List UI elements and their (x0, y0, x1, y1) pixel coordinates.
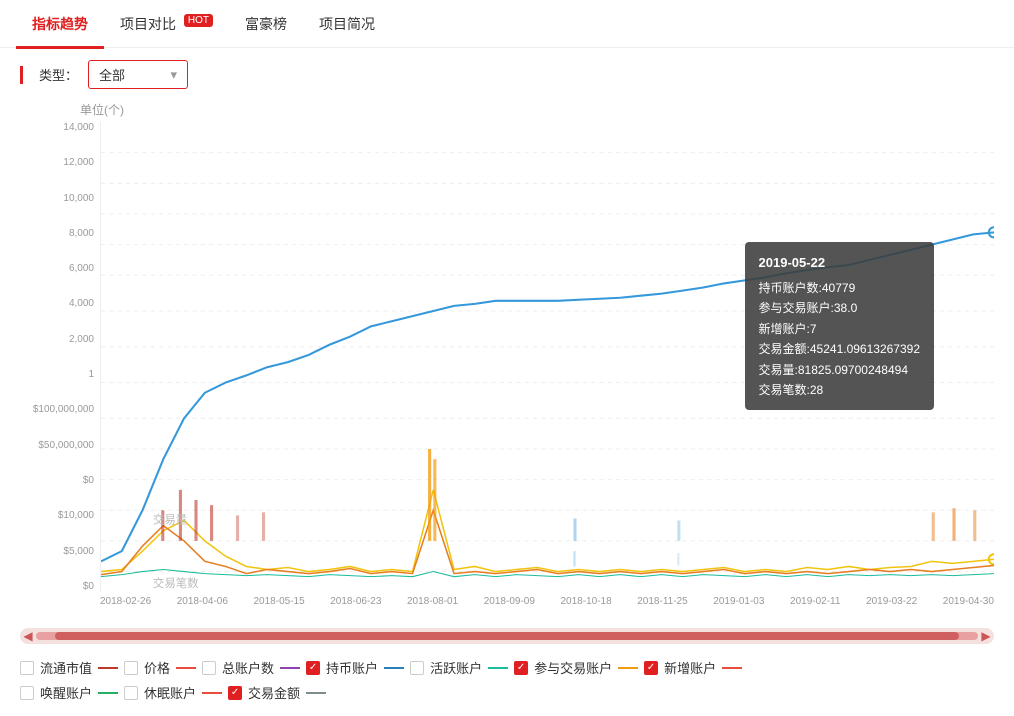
legend-checkbox-sleep-accounts[interactable] (124, 686, 138, 700)
tab-rich-list[interactable]: 富豪榜 (229, 0, 303, 48)
chart-area: 14,000 12,000 10,000 8,000 6,000 4,000 2… (20, 122, 994, 622)
legend-label-trade-amount: 交易金额 (248, 683, 300, 702)
filter-border (20, 66, 23, 84)
legend-line-coin-accounts (384, 667, 404, 669)
tab-project-overview[interactable]: 项目简况 (303, 0, 391, 48)
legend-line-sleep-accounts (202, 692, 222, 694)
legend-checkbox-trade-accounts[interactable] (514, 661, 528, 675)
legend-label-sleep-accounts: 休眠账户 (144, 683, 196, 702)
scroll-right-btn[interactable]: ▶ (978, 628, 994, 644)
type-dropdown[interactable]: 全部 ▾ (88, 60, 188, 89)
hot-badge: HOT (184, 14, 213, 27)
legend-label-wake-accounts: 唤醒账户 (40, 683, 92, 702)
legend-line-wake-accounts (98, 692, 118, 694)
chart-scrollbar[interactable]: ◀ ▶ (20, 628, 994, 644)
filter-bar: 类型： 全部 ▾ (0, 48, 1014, 101)
svg-text:交易笔数: 交易笔数 (153, 576, 199, 590)
legend-checkbox-price[interactable] (124, 661, 138, 675)
scrollbar-thumb[interactable] (55, 632, 959, 640)
legend-checkbox-total-accounts[interactable] (202, 661, 216, 675)
legend-area: 流通市值 价格 总账户数 持币账户 活跃账户 参与交易账户 新增账户 唤醒账户 (0, 650, 1014, 716)
legend-line-price (176, 667, 196, 669)
legend-row-1: 流通市值 价格 总账户数 持币账户 活跃账户 参与交易账户 新增账户 (20, 658, 994, 677)
legend-checkbox-market-cap[interactable] (20, 661, 34, 675)
legend-checkbox-trade-amount[interactable] (228, 686, 242, 700)
svg-text:交易量: 交易量 (153, 513, 187, 527)
legend-line-trade-accounts (618, 667, 638, 669)
chart-svg: 交易量 交易笔数 2019-05-22 持币账户数:40779 参与交易账户:3… (100, 122, 994, 592)
legend-row-2: 唤醒账户 休眠账户 交易金额 (20, 683, 994, 702)
legend-label-active-accounts: 活跃账户 (430, 658, 482, 677)
legend-label-new-accounts: 新增账户 (664, 658, 716, 677)
legend-label-coin-accounts: 持币账户 (326, 658, 378, 677)
legend-checkbox-active-accounts[interactable] (410, 661, 424, 675)
filter-type-label: 类型： (39, 65, 78, 84)
legend-line-market-cap (98, 667, 118, 669)
tab-project-compare[interactable]: 项目对比 HOT (104, 0, 229, 48)
legend-checkbox-new-accounts[interactable] (644, 661, 658, 675)
x-axis: 2018-02-26 2018-04-06 2018-05-15 2018-06… (100, 592, 994, 622)
legend-line-active-accounts (488, 667, 508, 669)
nav-tabs: 指标趋势 项目对比 HOT 富豪榜 项目简况 (0, 0, 1014, 48)
legend-label-price: 价格 (144, 658, 170, 677)
chevron-down-icon: ▾ (170, 67, 177, 83)
chart-unit-label: 单位(个) (20, 101, 994, 118)
legend-line-new-accounts (722, 667, 742, 669)
legend-label-trade-accounts: 参与交易账户 (534, 658, 612, 677)
legend-label-total-accounts: 总账户数 (222, 658, 274, 677)
legend-label-market-cap: 流通市值 (40, 658, 92, 677)
chart-container: 单位(个) 14,000 12,000 10,000 8,000 6,000 4… (0, 101, 1014, 622)
dropdown-value: 全部 (99, 65, 125, 84)
legend-line-trade-amount (306, 692, 326, 694)
legend-checkbox-wake-accounts[interactable] (20, 686, 34, 700)
legend-line-total-accounts (280, 667, 300, 669)
tab-indicator-trend[interactable]: 指标趋势 (16, 0, 104, 48)
y-axis: 14,000 12,000 10,000 8,000 6,000 4,000 2… (20, 122, 100, 592)
scroll-left-btn[interactable]: ◀ (20, 628, 36, 644)
legend-checkbox-coin-accounts[interactable] (306, 661, 320, 675)
